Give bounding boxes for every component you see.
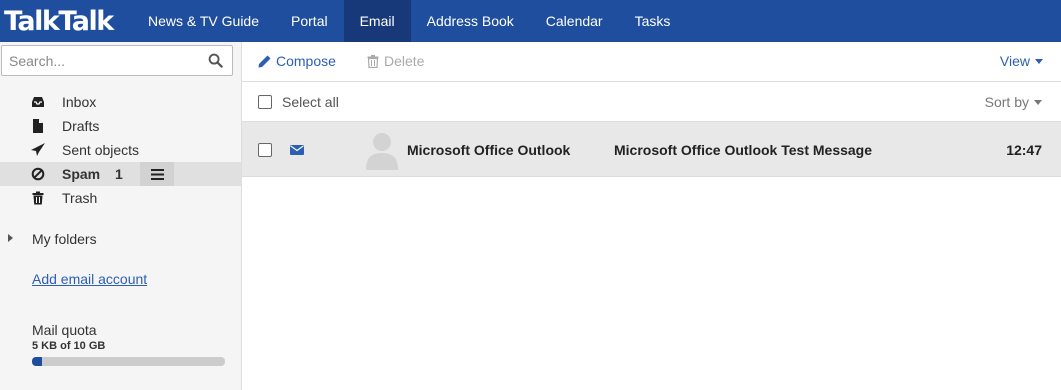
folder-trash[interactable]: Trash — [0, 186, 241, 210]
contact-avatar — [366, 133, 398, 170]
add-email-account-link[interactable]: Add email account — [32, 271, 147, 287]
message-list-header: Select all Sort by — [242, 82, 1061, 122]
search-box — [1, 45, 233, 76]
paper-plane-icon — [31, 143, 45, 156]
compose-button[interactable]: Compose — [258, 53, 336, 69]
envelope-icon[interactable] — [290, 145, 304, 155]
talktalk-logo[interactable]: TalkTalk — [0, 0, 132, 42]
select-all-checkbox[interactable] — [258, 95, 272, 109]
file-icon — [33, 119, 43, 133]
message-row[interactable]: Microsoft Office Outlook Microsoft Offic… — [242, 122, 1061, 177]
caret-down-icon — [1035, 58, 1043, 64]
folder-sent-objects[interactable]: Sent objects — [0, 138, 241, 162]
folder-menu-button[interactable] — [140, 162, 174, 186]
trash-icon — [367, 54, 379, 68]
top-bar: TalkTalk News & TV Guide Portal Email Ad… — [0, 0, 1061, 42]
nav-portal[interactable]: Portal — [275, 0, 344, 42]
message-time: 12:47 — [1006, 142, 1042, 158]
caret-down-icon — [1034, 99, 1042, 105]
my-folders-label: My folders — [32, 231, 97, 247]
hamburger-icon — [150, 168, 164, 180]
mail-quota-bar — [32, 357, 225, 366]
compose-label: Compose — [276, 53, 336, 69]
folder-label: Drafts — [62, 118, 100, 134]
folder-inbox[interactable]: Inbox — [0, 90, 241, 114]
mail-quota-label: Mail quota — [32, 322, 97, 338]
message-checkbox[interactable] — [258, 143, 272, 157]
ban-icon — [31, 167, 45, 181]
mail-quota-fill — [32, 357, 42, 366]
nav-news-tv-guide[interactable]: News & TV Guide — [132, 0, 275, 42]
trash-icon — [32, 191, 44, 205]
my-folders-toggle[interactable]: My folders — [0, 229, 241, 249]
select-all-label[interactable]: Select all — [282, 94, 339, 110]
folder-spam[interactable]: Spam 1 — [0, 162, 241, 186]
folder-drafts[interactable]: Drafts — [0, 114, 241, 138]
nav-calendar[interactable]: Calendar — [530, 0, 619, 42]
nav-address-book[interactable]: Address Book — [411, 0, 530, 42]
sidebar: Inbox Drafts Sent objects Spam 1 — [0, 42, 242, 390]
mail-quota-value: 5 KB of 10 GB — [32, 340, 106, 352]
caret-right-icon — [8, 234, 13, 242]
search-icon[interactable] — [208, 53, 223, 68]
pencil-icon — [258, 55, 271, 67]
message-subject: Microsoft Office Outlook Test Message — [614, 142, 873, 158]
message-sender: Microsoft Office Outlook — [407, 142, 571, 158]
unread-count-badge: 1 — [115, 166, 123, 182]
search-input[interactable] — [2, 46, 202, 75]
nav-tasks[interactable]: Tasks — [619, 0, 687, 42]
folder-label: Sent objects — [62, 142, 140, 158]
main-nav: News & TV Guide Portal Email Address Boo… — [132, 0, 686, 42]
folder-label: Spam — [62, 166, 101, 182]
mail-toolbar: Compose Delete View — [242, 42, 1061, 82]
sort-by-dropdown[interactable]: Sort by — [985, 94, 1042, 110]
sort-by-label: Sort by — [984, 94, 1029, 110]
delete-label: Delete — [384, 53, 425, 69]
view-label: View — [999, 53, 1030, 69]
view-dropdown[interactable]: View — [1000, 53, 1043, 69]
delete-button[interactable]: Delete — [367, 53, 424, 69]
folder-label: Inbox — [62, 94, 97, 110]
folder-label: Trash — [62, 190, 98, 206]
inbox-icon — [32, 97, 44, 107]
nav-email[interactable]: Email — [343, 0, 411, 42]
